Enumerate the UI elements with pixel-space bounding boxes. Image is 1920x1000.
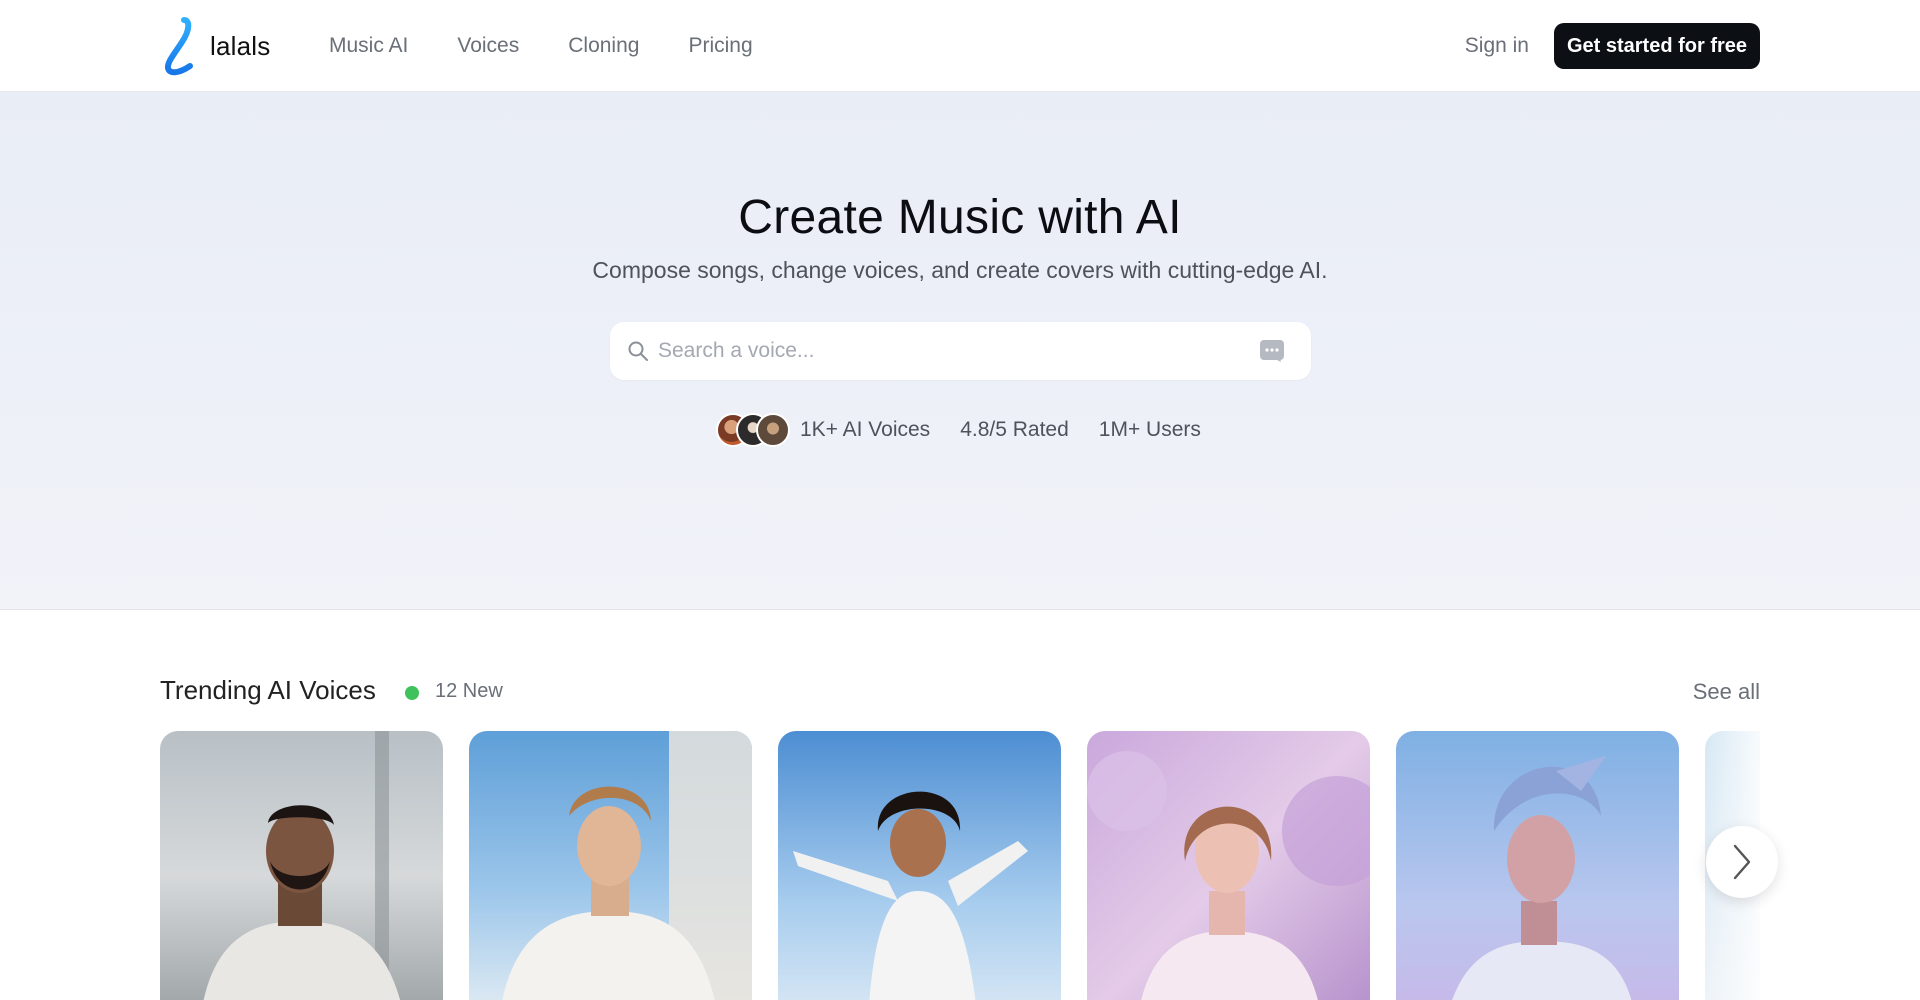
site-header: lalals Music AI Voices Cloning Pricing S… [0, 0, 1920, 92]
brand-name: lalals [210, 30, 271, 61]
hero-stats: 1K+ AI Voices 4.8/5 Rated 1M+ Users [716, 412, 1201, 448]
voice-card-image [1396, 731, 1679, 1000]
trending-title: Trending AI Voices [160, 675, 376, 705]
sign-in-link[interactable]: Sign in [1465, 0, 1529, 92]
avatar [756, 413, 790, 447]
voice-card[interactable] [1087, 731, 1370, 1000]
hero-section: Create Music with AI Compose songs, chan… [0, 92, 1920, 610]
nav-music-ai[interactable]: Music AI [329, 34, 408, 58]
nav-cloning[interactable]: Cloning [568, 34, 639, 58]
chevron-right-icon [1733, 844, 1751, 880]
voice-search-box [610, 322, 1311, 380]
get-started-button[interactable]: Get started for free [1554, 23, 1760, 69]
brand-logo[interactable]: lalals [160, 16, 270, 76]
chat-bubble-icon[interactable] [1259, 339, 1285, 363]
new-count-badge: 12 New [435, 680, 503, 702]
nav-voices[interactable]: Voices [457, 34, 519, 58]
voice-search-input[interactable] [658, 322, 1248, 380]
voice-avatars [716, 413, 792, 447]
stat-users: 1M+ Users [1098, 418, 1201, 441]
voice-card[interactable] [1396, 731, 1679, 1000]
hero-title: Create Music with AI [738, 191, 1182, 244]
search-icon [628, 341, 648, 361]
main-nav: Music AI Voices Cloning Pricing [329, 0, 753, 92]
voice-card-image [778, 731, 1061, 1000]
nav-pricing[interactable]: Pricing [688, 34, 752, 58]
see-all-link[interactable]: See all [1693, 679, 1760, 705]
voice-carousel [160, 731, 1760, 1000]
voice-card[interactable] [778, 731, 1061, 1000]
voice-card-image [469, 731, 752, 1000]
voice-card[interactable] [469, 731, 752, 1000]
voice-card[interactable] [160, 731, 443, 1000]
stat-rating: 4.8/5 Rated [960, 418, 1069, 441]
lalals-logo-icon [164, 17, 193, 76]
voice-card-image [1087, 731, 1370, 1000]
carousel-next-button[interactable] [1706, 826, 1778, 898]
status-dot-icon [405, 686, 419, 700]
stat-voices: 1K+ AI Voices [800, 418, 931, 441]
voice-card-image [160, 731, 443, 1000]
hero-subtitle: Compose songs, change voices, and create… [592, 257, 1328, 283]
